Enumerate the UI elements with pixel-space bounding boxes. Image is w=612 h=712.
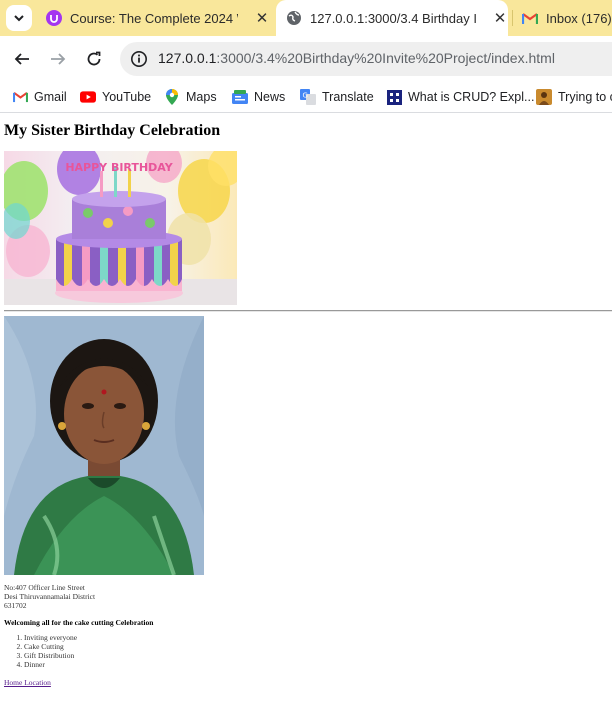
forward-button[interactable] bbox=[47, 48, 69, 70]
udemy-icon bbox=[46, 10, 62, 26]
bookmark-gmail[interactable]: Gmail bbox=[12, 88, 67, 106]
tab-title: 127.0.0.1:3000/3.4 Birthday Invite bbox=[310, 10, 476, 26]
bookmark-label: What is CRUD? Expl... bbox=[408, 90, 535, 104]
tab-birthday-invite[interactable]: 127.0.0.1:3000/3.4 Birthday Invite ✕ bbox=[276, 0, 508, 36]
address-line: 631702 bbox=[4, 601, 27, 610]
bookmark-label: Maps bbox=[186, 90, 217, 104]
arrow-right-icon bbox=[51, 53, 66, 65]
url-path: :3000/3.4%20Birthday%20Invite%20Project/… bbox=[216, 50, 555, 66]
page-title: My Sister Birthday Celebration bbox=[4, 122, 221, 139]
bookmark-label: YouTube bbox=[102, 90, 152, 104]
news-icon bbox=[232, 89, 248, 105]
tab-strip: Course: The Complete 2024 Web Developmen… bbox=[0, 0, 612, 36]
bookmark-label: Translate bbox=[322, 90, 374, 104]
bookmark-translate[interactable]: G Translate bbox=[300, 88, 374, 106]
tab-divider bbox=[512, 10, 513, 26]
section-divider bbox=[4, 310, 612, 312]
list-item: Cake Cutting bbox=[24, 642, 77, 651]
bookmark-news[interactable]: News bbox=[232, 88, 285, 106]
tab-title: Inbox (176) - bbox=[546, 10, 612, 26]
tab-udemy-course[interactable]: Course: The Complete 2024 Web Developmen… bbox=[46, 0, 270, 36]
list-item: Dinner bbox=[24, 660, 77, 669]
chevron-down-icon bbox=[14, 15, 24, 22]
bookmark-label: Trying to c bbox=[558, 90, 612, 104]
tab-search-button[interactable] bbox=[6, 5, 32, 31]
bookmark-image-icon bbox=[536, 89, 552, 105]
bookmark-crud[interactable]: What is CRUD? Expl... bbox=[386, 88, 534, 106]
address-line: No:407 Officer Line Street bbox=[4, 583, 85, 592]
address-bar[interactable]: 127.0.0.1:3000/3.4%20Birthday%20Invite%2… bbox=[120, 42, 612, 76]
address-line: Desi Thiruvannamalai District bbox=[4, 592, 96, 601]
reload-icon bbox=[87, 51, 101, 66]
birthday-cake-image: HAPPY BIRTHDAY bbox=[4, 151, 237, 305]
browser-toolbar: 127.0.0.1:3000/3.4%20Birthday%20Invite%2… bbox=[0, 36, 612, 82]
address-block: No:407 Officer Line Street Desi Thiruvan… bbox=[4, 583, 95, 610]
globe-icon bbox=[286, 10, 302, 26]
svg-text:G: G bbox=[303, 92, 308, 100]
bookmark-maps[interactable]: Maps bbox=[164, 88, 217, 106]
gmail-icon bbox=[522, 10, 538, 26]
url-host: 127.0.0.1 bbox=[158, 50, 217, 66]
info-icon[interactable] bbox=[130, 50, 148, 68]
back-button[interactable] bbox=[11, 48, 33, 70]
bookmark-label: Gmail bbox=[34, 90, 67, 104]
maps-icon bbox=[164, 89, 180, 105]
bookmark-youtube[interactable]: YouTube bbox=[80, 88, 151, 106]
list-item: Gift Distribution bbox=[24, 651, 77, 660]
home-location-link[interactable]: Home Location bbox=[4, 678, 51, 687]
page-content: My Sister Birthday Celebration HAPPY BIR… bbox=[0, 113, 612, 712]
agenda-list: Inviting everyone Cake Cutting Gift Dist… bbox=[4, 633, 77, 669]
bookmarks-bar: Gmail YouTube Maps News G Translate What… bbox=[0, 82, 612, 113]
reload-button[interactable] bbox=[83, 48, 105, 70]
url-text: 127.0.0.1:3000/3.4%20Birthday%20Invite%2… bbox=[158, 50, 555, 66]
close-icon[interactable]: ✕ bbox=[492, 10, 508, 27]
arrow-left-icon bbox=[14, 53, 29, 65]
translate-icon: G bbox=[300, 89, 316, 105]
tab-title: Course: The Complete 2024 Web Developmen… bbox=[70, 10, 238, 26]
sister-photo bbox=[4, 316, 204, 575]
bookmark-trying[interactable]: Trying to c bbox=[536, 88, 612, 106]
youtube-icon bbox=[80, 89, 96, 105]
list-item: Inviting everyone bbox=[24, 633, 77, 642]
welcome-heading: Welcoming all for the cake cutting Celeb… bbox=[4, 618, 154, 627]
close-icon[interactable]: ✕ bbox=[254, 10, 270, 27]
gmail-icon bbox=[12, 89, 28, 105]
crud-icon bbox=[386, 89, 402, 105]
tab-gmail-inbox[interactable]: Inbox (176) - bbox=[522, 0, 612, 36]
cake-topper-text: HAPPY BIRTHDAY bbox=[65, 161, 173, 174]
bookmark-label: News bbox=[254, 90, 286, 104]
